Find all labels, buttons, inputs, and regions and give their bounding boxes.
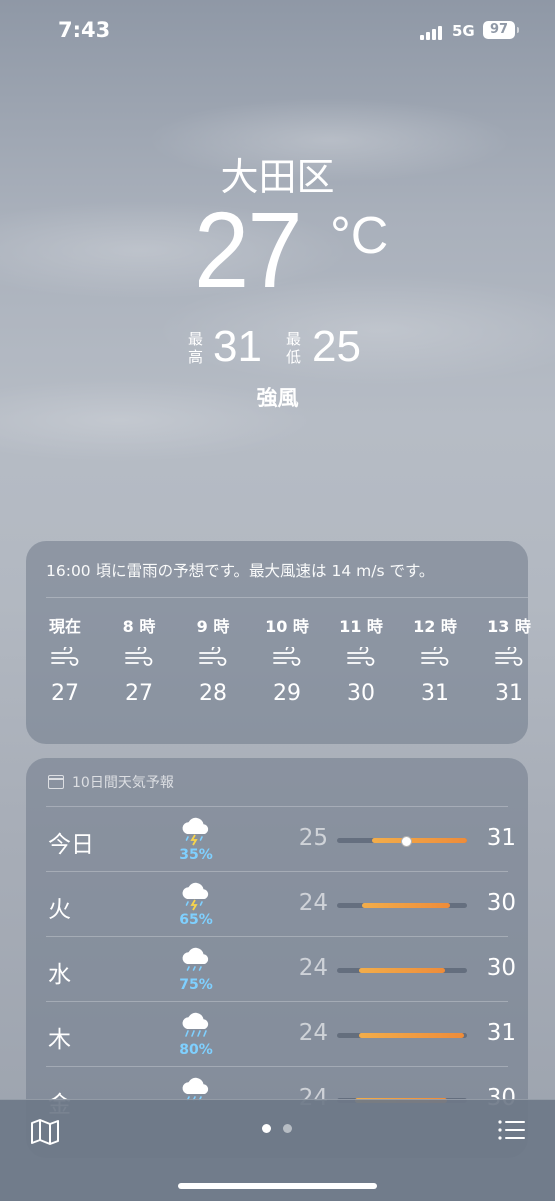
daily-row[interactable]: 水 75% 24 30 <box>46 936 516 1002</box>
daily-row[interactable]: 火 65% 24 30 <box>46 871 516 937</box>
low-temperature: 24 <box>298 955 328 981</box>
precip-chance: 80% <box>179 1042 213 1058</box>
wind-icon <box>257 635 317 681</box>
hourly-item: 13 時 31 <box>479 613 539 706</box>
daily-forecast-header: 10日間天気予報 <box>48 772 174 792</box>
hourly-item: 10 時 29 <box>257 613 317 706</box>
home-indicator <box>178 1183 377 1189</box>
hour-label: 9 時 <box>196 617 230 636</box>
daily-forecast-title: 10日間天気予報 <box>72 775 174 791</box>
page-indicator[interactable] <box>262 1124 292 1133</box>
hour-label: 13 時 <box>487 617 531 636</box>
current-temp-marker <box>400 836 412 847</box>
battery-icon: 97 <box>483 21 519 39</box>
hour-label: 11 時 <box>339 617 383 636</box>
hourly-summary: 16:00 頃に雷雨の予想です。最大風速は 14 m/s です。 <box>46 562 435 580</box>
temp-range-bar <box>337 968 467 973</box>
daily-row[interactable]: 木 80% 24 31 <box>46 1001 516 1067</box>
map-icon[interactable] <box>30 1118 60 1150</box>
hour-label: 8 時 <box>122 617 156 636</box>
temp-range-fill <box>359 1033 465 1038</box>
temp-range-fill <box>359 968 445 973</box>
signal-icon <box>420 24 446 40</box>
hourly-item: 8 時 27 <box>109 613 169 706</box>
daily-row[interactable]: 今日 35% 25 31 <box>46 806 516 872</box>
hour-label: 10 時 <box>265 617 309 636</box>
wind-icon <box>331 635 391 681</box>
precip-chance: 35% <box>179 847 213 863</box>
temp-range-bar <box>337 1033 467 1038</box>
list-icon[interactable] <box>497 1118 525 1146</box>
high-label: 最高 <box>188 330 204 366</box>
thunderstorm-icon <box>178 815 214 851</box>
page-dot-current[interactable] <box>262 1124 271 1133</box>
low-temperature: 24 <box>298 890 328 916</box>
wind-icon <box>109 635 169 681</box>
wind-icon <box>405 635 465 681</box>
low-temperature: 24 <box>298 1020 328 1046</box>
day-label: 水 <box>48 962 71 988</box>
status-time: 7:43 <box>58 18 111 42</box>
temp-range-fill <box>361 903 451 908</box>
hour-label: 現在 <box>48 617 81 636</box>
temp-range-bar <box>337 836 467 847</box>
wind-icon <box>35 635 95 681</box>
temp-range-bar <box>337 903 467 908</box>
network-type: 5G <box>452 22 475 40</box>
high-temperature: 31 <box>213 322 262 371</box>
high-temperature: 30 <box>486 955 516 981</box>
hour-temperature: 30 <box>347 681 375 706</box>
high-temperature: 30 <box>486 890 516 916</box>
hour-temperature: 31 <box>495 681 523 706</box>
low-label: 最低 <box>286 330 302 366</box>
rain-icon <box>178 945 214 981</box>
hour-temperature: 27 <box>125 681 153 706</box>
hour-temperature: 27 <box>51 681 79 706</box>
divider <box>46 597 528 598</box>
hour-temperature: 29 <box>273 681 301 706</box>
wind-icon <box>183 635 243 681</box>
current-temperature: 27 <box>194 189 303 310</box>
heavy-rain-icon <box>178 1010 214 1046</box>
day-label: 今日 <box>48 832 94 858</box>
hourly-item: 現在 27 <box>35 613 95 706</box>
low-temperature: 25 <box>298 825 328 851</box>
hourly-item: 12 時 31 <box>405 613 465 706</box>
hourly-item: 11 時 30 <box>331 613 391 706</box>
hour-temperature: 28 <box>199 681 227 706</box>
temp-range-fill <box>372 838 467 843</box>
low-temperature: 25 <box>312 322 361 371</box>
high-temperature: 31 <box>486 825 516 851</box>
calendar-icon <box>48 775 64 789</box>
hour-temperature: 31 <box>421 681 449 706</box>
hour-label: 12 時 <box>413 617 457 636</box>
thunderstorm-icon <box>178 880 214 916</box>
temperature-unit: °C <box>330 207 389 265</box>
high-temperature: 31 <box>486 1020 516 1046</box>
status-bar: 7:43 5G 97 <box>0 0 555 64</box>
day-label: 木 <box>48 1027 71 1053</box>
page-dot[interactable] <box>283 1124 292 1133</box>
hourly-forecast-card[interactable]: 16:00 頃に雷雨の予想です。最大風速は 14 m/s です。 現在 27 8 時… <box>26 541 531 744</box>
wind-icon <box>479 635 539 681</box>
precip-chance: 75% <box>179 977 213 993</box>
day-label: 火 <box>48 897 71 923</box>
precip-chance: 65% <box>179 912 213 928</box>
daily-forecast-card[interactable]: 10日間天気予報 今日 35% 25 31 火 65% 24 30 水 75% 24 30 木 80% 24… <box>26 758 528 1158</box>
bottom-toolbar <box>0 1099 555 1201</box>
weather-condition: 強風 <box>256 386 299 410</box>
hourly-item: 9 時 28 <box>183 613 243 706</box>
